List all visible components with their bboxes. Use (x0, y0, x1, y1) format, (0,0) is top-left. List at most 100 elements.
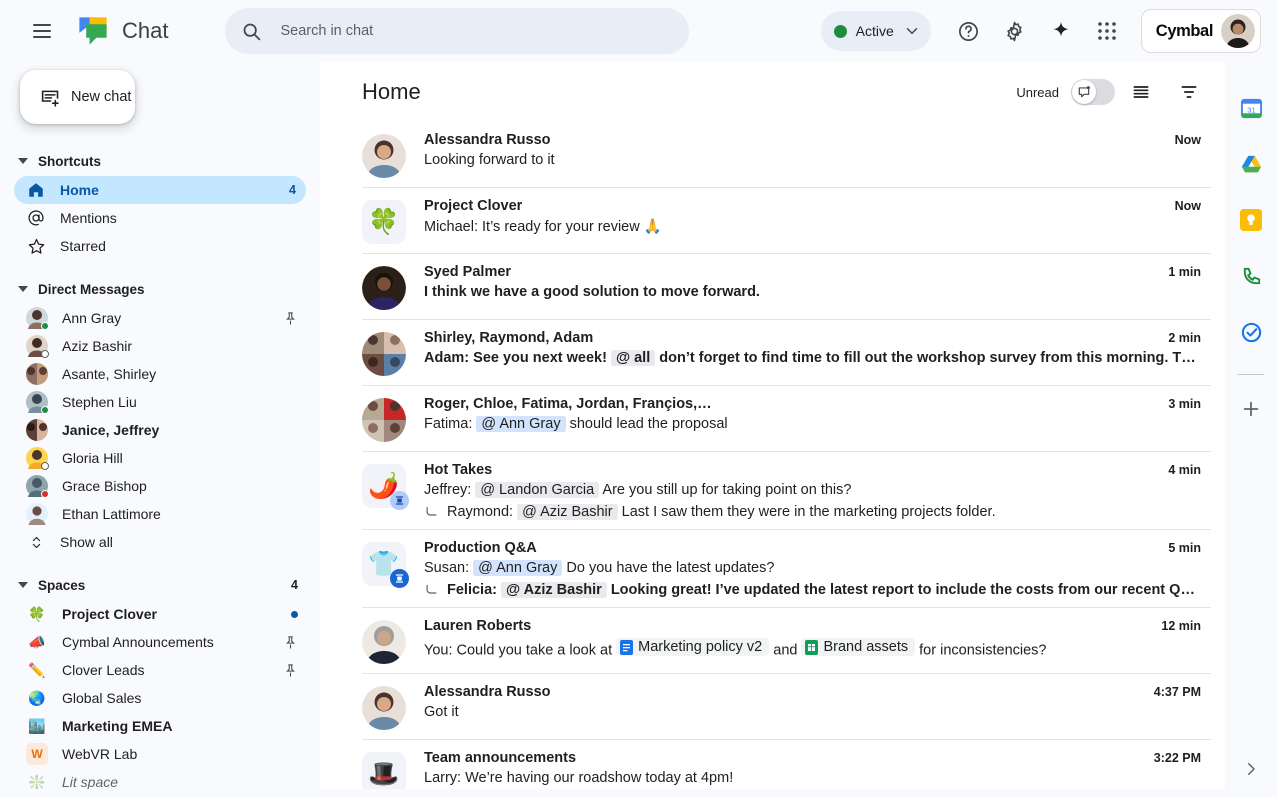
sidebar-space-clover-leads[interactable]: ✏️ Clover Leads (14, 656, 306, 684)
sidebar-dm-aziz-bashir[interactable]: Aziz Bashir (14, 332, 306, 360)
snippet-sender: Susan: (424, 560, 473, 576)
conversation-name: Project Clover (424, 198, 522, 214)
sidebar-dm-stephen-liu[interactable]: Stephen Liu (14, 388, 306, 416)
row-content: Production Q&A 5 min Susan: @ Ann Gray D… (424, 540, 1211, 598)
rail-drive-button[interactable] (1231, 144, 1271, 184)
rail-voice-button[interactable] (1231, 256, 1271, 296)
presence-away-icon (41, 462, 49, 470)
status-selector[interactable]: Active (821, 11, 931, 51)
sidebar-section-spaces[interactable]: Spaces 4 (0, 570, 320, 600)
chevron-right-icon (1242, 760, 1260, 778)
google-apps-button[interactable] (1085, 9, 1129, 53)
chip-joiner: and (769, 643, 801, 659)
help-button[interactable] (947, 9, 991, 53)
snippet-text: Do you have the latest updates? (562, 560, 774, 576)
row-content: Syed Palmer 1 min I think we have a good… (424, 264, 1211, 310)
section-title: Direct Messages (38, 282, 145, 297)
gemini-button[interactable] (1039, 9, 1083, 53)
table-row[interactable]: 🍀 Project Clover Now Michael: It’s ready… (362, 188, 1211, 254)
unread-filter-toggle[interactable] (1071, 79, 1115, 105)
mention-chip[interactable]: @ Aziz Bashir (517, 504, 617, 520)
sidebar-dm-gloria-hill[interactable]: Gloria Hill (14, 444, 306, 472)
doc-chip-brand-assets[interactable]: Brand assets (801, 638, 915, 656)
filter-button[interactable] (1167, 70, 1211, 114)
sidebar-dm-ann-gray[interactable]: Ann Gray (14, 304, 306, 332)
app-brand[interactable]: Chat (76, 14, 168, 48)
mention-chip[interactable]: @ Ann Gray (473, 560, 562, 576)
sidebar-item-label: Aziz Bashir (62, 338, 132, 354)
settings-button[interactable] (993, 9, 1037, 53)
table-row[interactable]: Shirley, Raymond, Adam 2 min Adam: See y… (362, 320, 1211, 386)
group-avatar (362, 398, 406, 442)
sidebar-item-label: Janice, Jeffrey (62, 422, 159, 438)
space-emoji-icon: 📣 (26, 631, 48, 653)
sidebar-dm-grace-bishop[interactable]: Grace Bishop (14, 472, 306, 500)
table-row[interactable]: Roger, Chloe, Fatima, Jordan, Françios,…… (362, 386, 1211, 452)
sidebar-item-label: Marketing EMEA (62, 718, 172, 734)
conversation-snippet: Got it (424, 704, 1201, 720)
caret-down-icon (18, 286, 28, 292)
pin-icon[interactable] (283, 663, 298, 678)
sidebar-item-home[interactable]: Home 4 (14, 176, 306, 204)
sidebar-section-direct-messages[interactable]: Direct Messages (0, 274, 320, 304)
density-button[interactable] (1119, 70, 1163, 114)
presence-active-icon (41, 406, 49, 414)
account-avatar[interactable] (1221, 14, 1255, 48)
sidebar-space-cymbal-announcements[interactable]: 📣 Cymbal Announcements (14, 628, 306, 656)
rail-keep-button[interactable] (1231, 200, 1271, 240)
caret-down-icon (18, 582, 28, 588)
avatar (362, 134, 406, 178)
table-row[interactable]: Alessandra Russo Now Looking forward to … (362, 122, 1211, 188)
rail-add-button[interactable] (1231, 389, 1271, 429)
rail-tasks-button[interactable] (1231, 312, 1271, 352)
expand-panel-button[interactable] (1231, 749, 1271, 789)
search-input[interactable]: Search in chat (225, 8, 689, 54)
doc-chip-marketing-policy[interactable]: Marketing policy v2 (616, 638, 769, 656)
sidebar-dm-show-all[interactable]: Show all (14, 528, 306, 556)
pin-icon[interactable] (283, 311, 298, 326)
mention-chip[interactable]: @ Landon Garcia (475, 482, 599, 498)
row-content: Project Clover Now Michael: It’s ready f… (424, 198, 1211, 244)
sidebar-section-shortcuts[interactable]: Shortcuts (0, 146, 320, 176)
conversation-time: 3:22 PM (1142, 751, 1201, 765)
mention-chip[interactable]: @ Aziz Bashir (501, 582, 607, 598)
hamburger-menu-icon[interactable] (20, 9, 64, 53)
table-row[interactable]: 👕 Production Q&A 5 min Susan: @ Ann Gray… (362, 530, 1211, 608)
table-row[interactable]: Alessandra Russo 4:37 PM Got it (362, 674, 1211, 740)
doc-chip-label: Marketing policy v2 (638, 639, 762, 655)
mention-chip[interactable]: @ all (611, 350, 655, 366)
sidebar-dm-asante-shirley[interactable]: Asante, Shirley (14, 360, 306, 388)
main-panel: Home Unread (320, 62, 1225, 797)
mention-chip[interactable]: @ Ann Gray (476, 416, 565, 432)
sidebar-space-webvr-lab[interactable]: W WebVR Lab (14, 740, 306, 768)
reply-sender: Raymond: (447, 504, 517, 520)
emoji: ❇️ (28, 775, 45, 789)
sidebar-space-global-sales[interactable]: 🌏 Global Sales (14, 684, 306, 712)
sidebar-item-starred[interactable]: Starred (14, 232, 306, 260)
sidebar-space-project-clover[interactable]: 🍀 Project Clover (14, 600, 306, 628)
table-row[interactable]: 🌶️ Hot Takes 4 min Jeffrey: @ Landon Gar… (362, 452, 1211, 530)
snippet-text: should lead the proposal (566, 416, 728, 432)
google-keep-icon (1240, 209, 1262, 231)
emoji: 🍀 (368, 208, 399, 237)
sidebar-item-label: Global Sales (62, 690, 141, 706)
app-title: Chat (122, 18, 168, 44)
avatar (26, 391, 48, 413)
conversation-list[interactable]: Alessandra Russo Now Looking forward to … (320, 122, 1225, 797)
reply-text: Felicia: @ Aziz Bashir Looking great! I’… (447, 582, 1201, 598)
sidebar-dm-ethan-lattimore[interactable]: Ethan Lattimore (14, 500, 306, 528)
new-chat-button[interactable]: New chat (20, 70, 135, 124)
sidebar-item-mentions[interactable]: Mentions (14, 204, 306, 232)
table-row[interactable]: Lauren Roberts 12 min You: Could you tak… (362, 608, 1211, 674)
sidebar-item-label: Gloria Hill (62, 450, 123, 466)
sidebar-space-marketing-emea[interactable]: 🏙️ Marketing EMEA (14, 712, 306, 740)
row-content: Lauren Roberts 12 min You: Could you tak… (424, 618, 1211, 664)
rail-calendar-button[interactable]: 31 (1231, 88, 1271, 128)
sidebar-dm-janice-jeffrey[interactable]: Janice, Jeffrey (14, 416, 306, 444)
account-chip[interactable]: Cymbal (1141, 9, 1261, 53)
avatar (26, 335, 48, 357)
pin-icon[interactable] (283, 635, 298, 650)
page-title: Home (362, 79, 421, 105)
table-row[interactable]: Syed Palmer 1 min I think we have a good… (362, 254, 1211, 320)
sparkle-icon (1050, 20, 1072, 42)
